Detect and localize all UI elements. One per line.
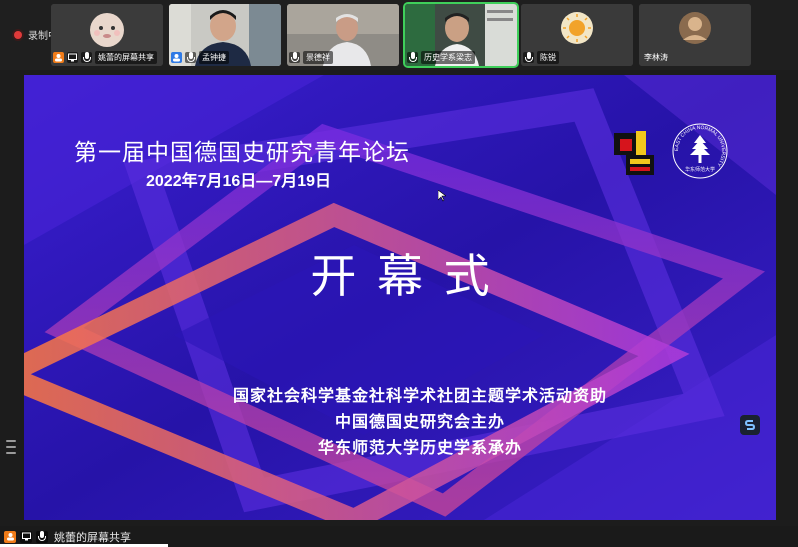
participant-bar: 姚蕾的屏幕共享: [53, 50, 161, 64]
slide-line-organizer: 中国德国史研究会主办: [334, 412, 505, 431]
mic-muted-icon: [36, 530, 48, 543]
participant-name: 李林涛: [644, 52, 668, 62]
university-logo: EAST CHINA NORMAL UNIVERSITY 华东师范大学: [672, 123, 728, 179]
svg-text:华东师范大学: 华东师范大学: [685, 166, 715, 173]
person-icon: [171, 51, 182, 63]
participant-tile-3[interactable]: 景德祥: [287, 4, 399, 66]
participant-tile-4[interactable]: 历史学系梁志: [403, 2, 519, 68]
participant-tile-1[interactable]: 姚蕾的屏幕共享: [51, 4, 163, 66]
mouse-cursor-icon: [438, 190, 446, 202]
participant-bar: 孟钟捷: [171, 50, 279, 64]
sidebar-toggle-handle[interactable]: [4, 438, 18, 456]
participant-tile-6[interactable]: 李林涛: [639, 4, 751, 66]
person-icon: [4, 530, 16, 543]
participant-name: 历史学系梁志: [421, 50, 475, 64]
screen-share-icon: [20, 530, 32, 543]
slide-line-sponsor: 国家社会科学基金社科学术社团主题学术活动资助: [232, 386, 607, 405]
slide-line-host: 华东师范大学历史学系承办: [317, 438, 522, 457]
participant-bar: 陈锐: [523, 50, 631, 64]
participant-name: 姚蕾的屏幕共享: [95, 50, 157, 64]
mic-icon: [407, 51, 418, 63]
mic-icon: [185, 51, 196, 63]
slide-dates: 2022年7月16日—7月19日: [146, 173, 331, 190]
recording-dot-icon: [14, 30, 22, 39]
share-status-label: 姚蕾的屏幕共享: [54, 530, 131, 544]
participant-strip: 录制中 姚蕾的屏幕共享 孟钟捷 景德祥 历史学系梁志 陈锐 李林涛: [0, 0, 798, 70]
mic-muted-icon: [81, 51, 92, 63]
floating-tool-button[interactable]: [740, 415, 760, 435]
handle-line-icon: [6, 446, 16, 448]
slide-heading: 开 幕 式: [310, 249, 490, 303]
person-icon: [53, 51, 64, 63]
participant-name: 景德祥: [303, 50, 333, 64]
handle-line-icon: [6, 452, 16, 454]
participant-tile-2[interactable]: 孟钟捷: [169, 4, 281, 66]
participant-bar: 李林涛: [641, 50, 749, 64]
screen-share-icon: [67, 51, 78, 63]
meeting-window: 录制中 姚蕾的屏幕共享 孟钟捷 景德祥 历史学系梁志 陈锐 李林涛 第一届中国德…: [0, 0, 798, 547]
s-logo-icon: [744, 420, 756, 430]
participant-name: 陈锐: [537, 50, 559, 64]
participant-name: 孟钟捷: [199, 50, 229, 64]
handle-line-icon: [6, 440, 16, 442]
participant-tile-5[interactable]: 陈锐: [521, 4, 633, 66]
slide-title: 第一届中国德国史研究青年论坛: [74, 140, 410, 166]
shared-screen-slide: 第一届中国德国史研究青年论坛 2022年7月16日—7月19日 开 幕 式 国家…: [24, 75, 776, 520]
participant-bar: 景德祥: [289, 50, 397, 64]
participant-bar: 历史学系梁志: [407, 50, 515, 64]
society-logo: [614, 131, 654, 175]
mic-muted-icon: [289, 51, 300, 63]
mic-muted-icon: [523, 51, 534, 63]
